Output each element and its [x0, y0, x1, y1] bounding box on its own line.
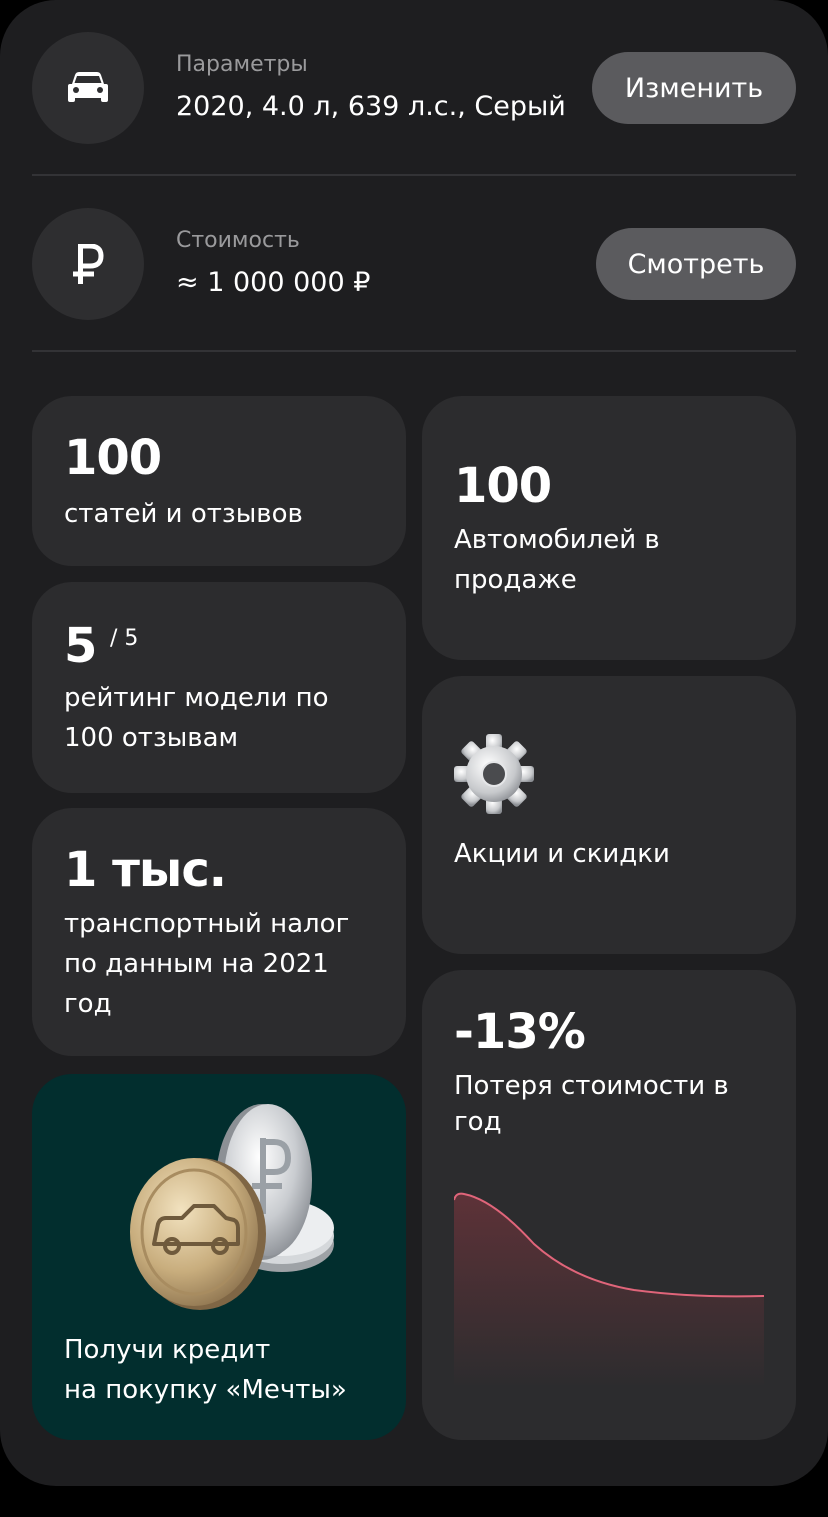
rating-max: / 5 — [110, 626, 139, 651]
params-row: Параметры 2020, 4.0 л, 639 л.с., Серый И… — [32, 32, 796, 144]
params-value: 2020, 4.0 л, 639 л.с., Серый — [176, 91, 566, 122]
view-price-button[interactable]: Смотреть — [596, 228, 796, 300]
articles-label: статей и отзывов — [64, 499, 303, 529]
credit-card[interactable]: Получи кредит на покупку «Мечты» — [32, 1074, 406, 1440]
price-value: ≈ 1 000 000 ₽ — [176, 267, 371, 298]
ruble-icon — [73, 244, 104, 284]
change-params-button[interactable]: Изменить — [592, 52, 796, 124]
depreciation-value: -13% — [454, 1004, 586, 1060]
tax-card[interactable]: 1 тыс. транспортный налог по данным на 2… — [32, 808, 406, 1056]
for-sale-count: 100 — [454, 458, 552, 514]
tax-line3: год — [64, 989, 112, 1019]
rating-label-line1: рейтинг модели по — [64, 683, 329, 713]
for-sale-card[interactable]: 100 Автомобилей в продаже — [422, 396, 796, 660]
gear-icon — [454, 734, 534, 814]
coins-icon — [130, 1104, 334, 1310]
divider — [32, 174, 796, 176]
credit-line2: на покупку «Мечты» — [64, 1375, 347, 1405]
rating-label-line2: 100 отзывам — [64, 723, 239, 753]
tax-value: 1 тыс. — [64, 842, 227, 898]
price-icon-circle — [32, 208, 144, 320]
depreciation-line1: Потеря стоимости в — [454, 1071, 729, 1101]
car-info-panel: Параметры 2020, 4.0 л, 639 л.с., Серый И… — [0, 0, 828, 1486]
depreciation-card[interactable]: -13% Потеря стоимости в год — [422, 970, 796, 1440]
rating-card[interactable]: 5 / 5 рейтинг модели по 100 отзывам — [32, 582, 406, 793]
articles-count: 100 — [64, 430, 162, 486]
divider — [32, 350, 796, 352]
promo-label: Акции и скидки — [454, 839, 670, 869]
car-icon — [68, 72, 108, 102]
tax-line2: по данным на 2021 — [64, 949, 329, 979]
price-row: Стоимость ≈ 1 000 000 ₽ Смотреть — [32, 208, 796, 320]
params-label: Параметры — [176, 52, 308, 77]
for-sale-label-line1: Автомобилей в — [454, 525, 660, 555]
depreciation-area — [454, 1193, 764, 1388]
depreciation-chart — [454, 1192, 765, 1388]
depreciation-line2: год — [454, 1107, 502, 1137]
for-sale-label-line2: продаже — [454, 565, 577, 595]
rating-value: 5 — [64, 618, 97, 674]
promo-card[interactable]: Акции и скидки — [422, 676, 796, 954]
credit-line1: Получи кредит — [64, 1335, 271, 1365]
articles-card[interactable]: 100 статей и отзывов — [32, 396, 406, 566]
tax-line1: транспортный налог — [64, 909, 350, 939]
params-icon-circle — [32, 32, 144, 144]
price-label: Стоимость — [176, 228, 300, 253]
